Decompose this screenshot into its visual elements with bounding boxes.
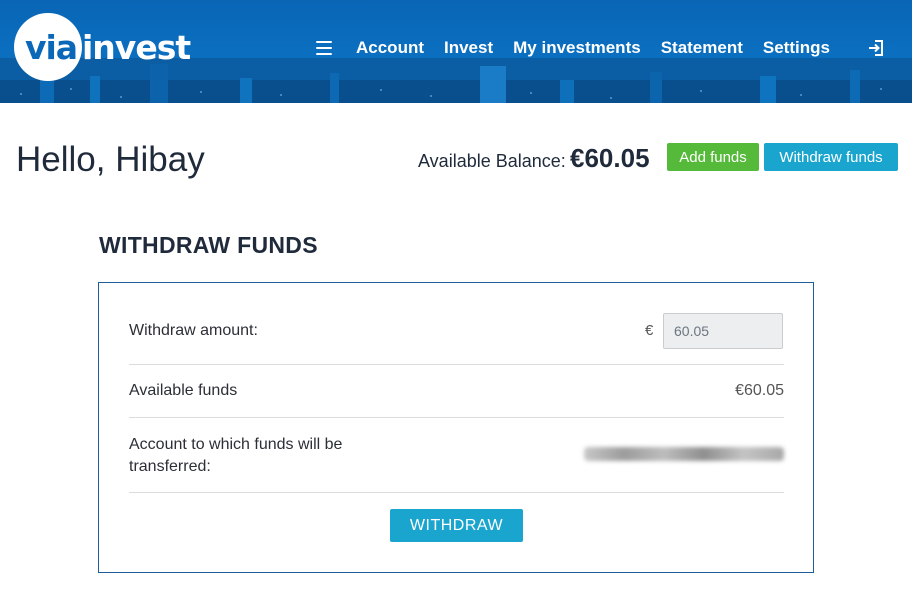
withdraw-funds-button[interactable]: Withdraw funds xyxy=(764,143,898,171)
withdraw-panel: Withdraw amount: € Available funds €60.0… xyxy=(98,282,814,573)
withdraw-amount-row: Withdraw amount: € xyxy=(129,283,784,365)
redacted-account-number xyxy=(584,447,784,461)
withdraw-amount-input[interactable] xyxy=(663,313,783,349)
target-account-label: Account to which funds will be transferr… xyxy=(129,436,343,475)
main-nav: Account Invest My investments Statement … xyxy=(316,36,850,60)
viainvest-logo[interactable]: via invest xyxy=(14,10,191,84)
available-funds-label: Available funds xyxy=(129,382,238,399)
logo-text-via: via xyxy=(24,27,78,67)
logout-icon[interactable] xyxy=(866,38,886,58)
balance-value: €60.05 xyxy=(570,143,650,173)
balance-label: Available Balance: xyxy=(418,151,566,171)
logo-text-invest: invest xyxy=(82,27,191,67)
section-title: WITHDRAW FUNDS xyxy=(99,232,318,258)
hamburger-icon[interactable] xyxy=(316,41,332,55)
nav-statement[interactable]: Statement xyxy=(661,38,743,58)
top-header: via invest Account Invest My investments… xyxy=(0,0,912,103)
greeting-text: Hello, Hibay xyxy=(16,140,205,179)
nav-settings[interactable]: Settings xyxy=(763,38,830,58)
add-funds-button[interactable]: Add funds xyxy=(667,143,759,171)
available-funds-row: Available funds €60.05 xyxy=(129,365,784,418)
target-account-row: Account to which funds will be transferr… xyxy=(129,418,784,493)
withdraw-submit-button[interactable]: WITHDRAW xyxy=(390,509,523,542)
available-funds-value: €60.05 xyxy=(735,382,784,399)
nav-my-investments[interactable]: My investments xyxy=(513,38,641,58)
currency-symbol: € xyxy=(645,322,654,339)
logo-circle: via xyxy=(14,13,82,81)
nav-account[interactable]: Account xyxy=(356,38,424,58)
withdraw-amount-label: Withdraw amount: xyxy=(129,322,258,339)
nav-invest[interactable]: Invest xyxy=(444,38,493,58)
